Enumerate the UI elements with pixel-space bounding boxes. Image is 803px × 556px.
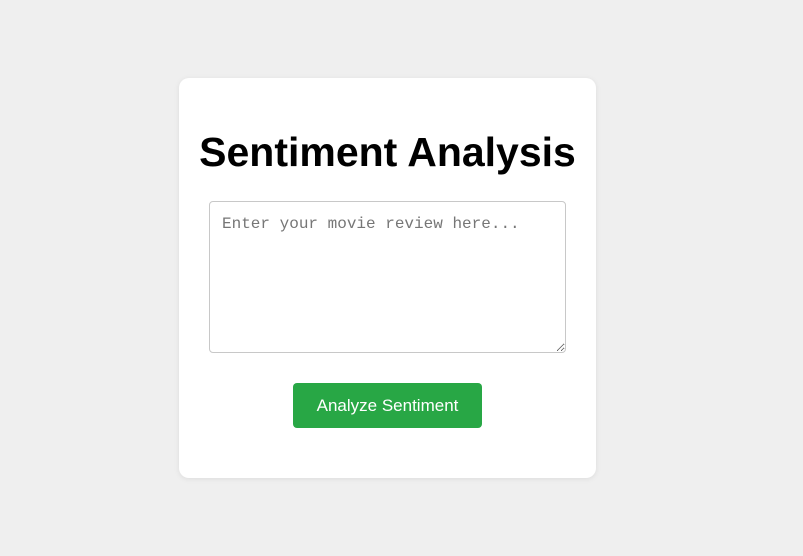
review-input[interactable] (209, 201, 566, 353)
page-title: Sentiment Analysis (199, 129, 576, 175)
sentiment-card: Sentiment Analysis Analyze Sentiment (179, 78, 596, 478)
analyze-sentiment-button[interactable]: Analyze Sentiment (293, 383, 482, 428)
